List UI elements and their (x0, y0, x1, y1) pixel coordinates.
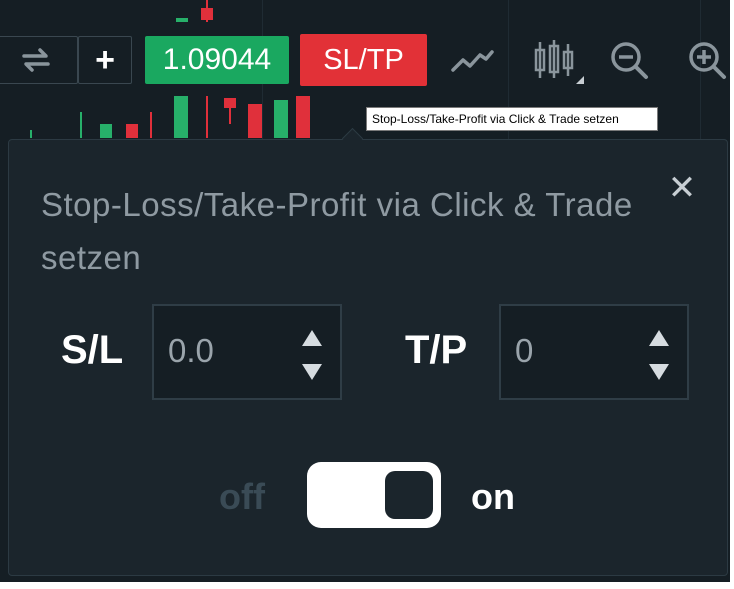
price-value: 1.09044 (162, 43, 272, 76)
tp-stepper[interactable]: 0 (499, 304, 689, 400)
candlestick-icon[interactable] (530, 38, 586, 84)
toggle-off-label: off (219, 476, 265, 517)
sl-input[interactable]: 0.0 (168, 332, 214, 370)
candle (201, 8, 213, 20)
candle (248, 104, 262, 138)
tp-increment-icon[interactable] (647, 328, 671, 348)
sltp-toggle[interactable] (307, 462, 441, 528)
sl-decrement-icon[interactable] (300, 362, 324, 382)
add-button-label: + (95, 40, 115, 79)
tp-decrement-icon[interactable] (647, 362, 671, 382)
price-badge[interactable]: 1.09044 (145, 36, 289, 84)
toggle-knob[interactable] (385, 471, 433, 519)
candle (174, 96, 188, 138)
close-icon: ✕ (667, 169, 697, 207)
candle (229, 98, 231, 124)
candle (30, 130, 32, 138)
add-button[interactable]: + (78, 36, 132, 84)
candle (100, 124, 112, 138)
zoom-out-icon[interactable] (606, 38, 654, 84)
sl-label: S/L (61, 328, 124, 372)
line-chart-icon[interactable] (448, 38, 496, 84)
sync-button[interactable] (0, 36, 78, 84)
sltp-button[interactable]: SL/TP (300, 34, 427, 86)
candle (150, 112, 152, 138)
candle (206, 96, 208, 138)
candle (274, 100, 288, 138)
candle (80, 112, 82, 138)
toggle-on-label: on (471, 476, 515, 517)
sl-stepper[interactable]: 0.0 (152, 304, 342, 400)
sltp-button-label: SL/TP (323, 43, 404, 76)
sync-icon (22, 48, 50, 72)
trading-app: + 1.09044 SL/TP Stop-Loss/Take-Profit vi… (0, 0, 730, 582)
tp-input[interactable]: 0 (515, 332, 533, 370)
tp-label: T/P (405, 328, 468, 372)
close-button[interactable]: ✕ (664, 169, 700, 207)
candle (176, 18, 188, 22)
panel-title: Stop-Loss/Take-Profit via Click & Trade … (41, 186, 633, 276)
sl-increment-icon[interactable] (300, 328, 324, 348)
zoom-in-icon[interactable] (684, 38, 730, 84)
candle (126, 124, 138, 138)
sltp-panel: Stop-Loss/Take-Profit via Click & Trade … (8, 127, 728, 576)
sltp-tooltip: Stop-Loss/Take-Profit via Click & Trade … (366, 107, 658, 131)
candle (296, 96, 310, 138)
